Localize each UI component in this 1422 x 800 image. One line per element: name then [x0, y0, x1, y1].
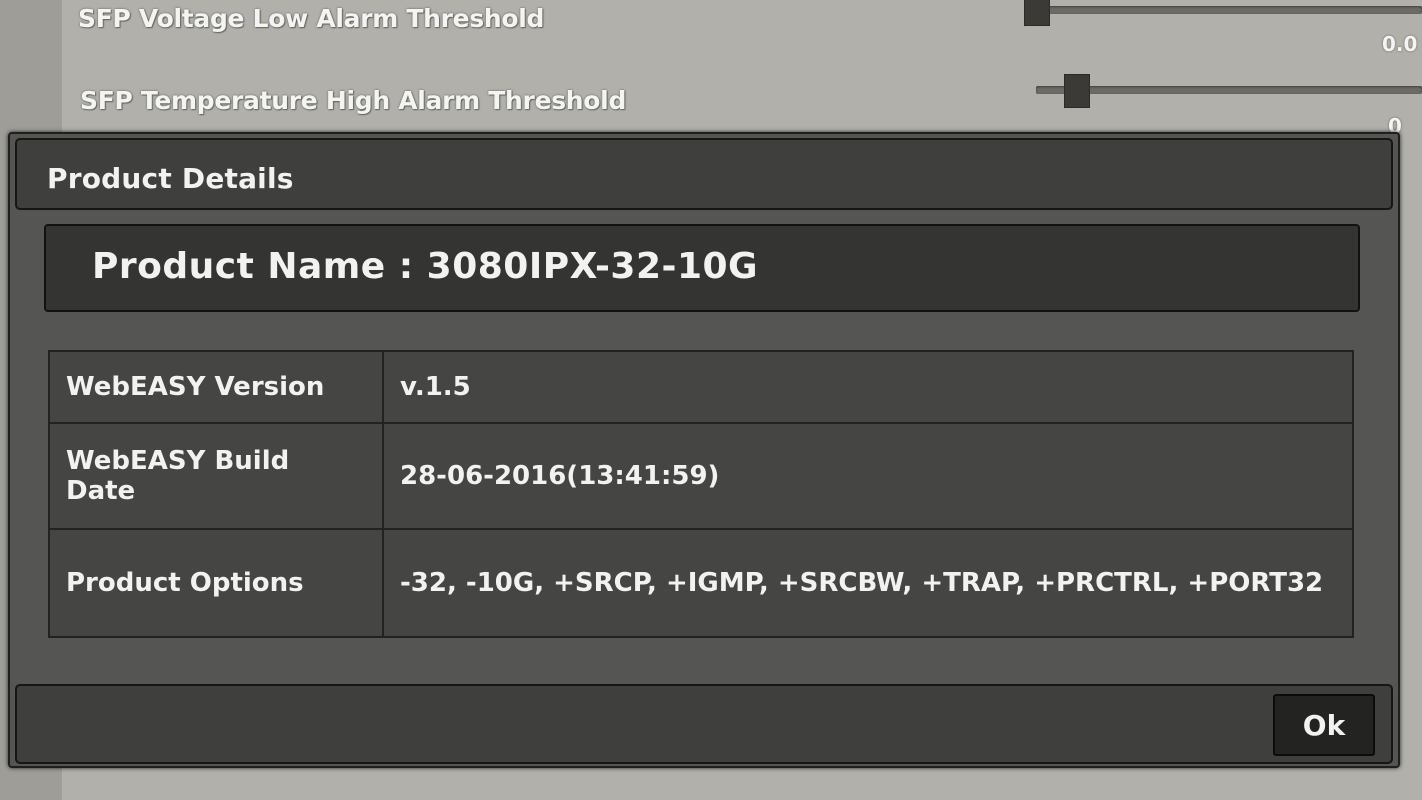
sfp-temperature-high-slider-thumb[interactable] — [1064, 74, 1090, 108]
product-name: Product Name : 3080IPX-32-10G — [92, 246, 759, 287]
ok-button[interactable]: Ok — [1273, 694, 1375, 756]
webeasy-version-value: v.1.5 — [382, 350, 1354, 424]
sfp-temperature-high-label: SFP Temperature High Alarm Threshold — [80, 86, 627, 115]
product-options-value: -32, -10G, +SRCP, +IGMP, +SRCBW, +TRAP, … — [382, 528, 1354, 638]
sfp-temperature-high-slider-track[interactable] — [1036, 86, 1422, 94]
webeasy-build-date-value: 28-06-2016(13:41:59) — [382, 422, 1354, 530]
webeasy-version-label: WebEASY Version — [48, 350, 384, 424]
product-name-bar: Product Name : 3080IPX-32-10G — [44, 224, 1360, 312]
table-row: WebEASY Version v.1.5 — [48, 350, 1354, 424]
dialog-footer: Ok — [15, 684, 1393, 764]
product-details-dialog: Product Details Product Name : 3080IPX-3… — [8, 132, 1400, 768]
sfp-voltage-low-row: SFP Voltage Low Alarm Threshold 0.0 — [62, 0, 1422, 66]
product-details-table: WebEASY Version v.1.5 WebEASY Build Date… — [48, 350, 1354, 638]
sfp-voltage-low-value: 0.0 — [1382, 32, 1418, 56]
sfp-temperature-high-row: SFP Temperature High Alarm Threshold 0 — [62, 70, 1422, 138]
sfp-voltage-low-slider-track[interactable] — [1024, 6, 1422, 14]
dialog-header: Product Details — [15, 138, 1393, 210]
webeasy-build-date-label: WebEASY Build Date — [48, 422, 384, 530]
table-row: Product Options -32, -10G, +SRCP, +IGMP,… — [48, 528, 1354, 638]
product-options-label: Product Options — [48, 528, 384, 638]
sfp-voltage-low-slider-thumb[interactable] — [1024, 0, 1050, 26]
dialog-title: Product Details — [47, 162, 294, 195]
sfp-voltage-low-label: SFP Voltage Low Alarm Threshold — [78, 4, 545, 33]
table-row: WebEASY Build Date 28-06-2016(13:41:59) — [48, 422, 1354, 530]
